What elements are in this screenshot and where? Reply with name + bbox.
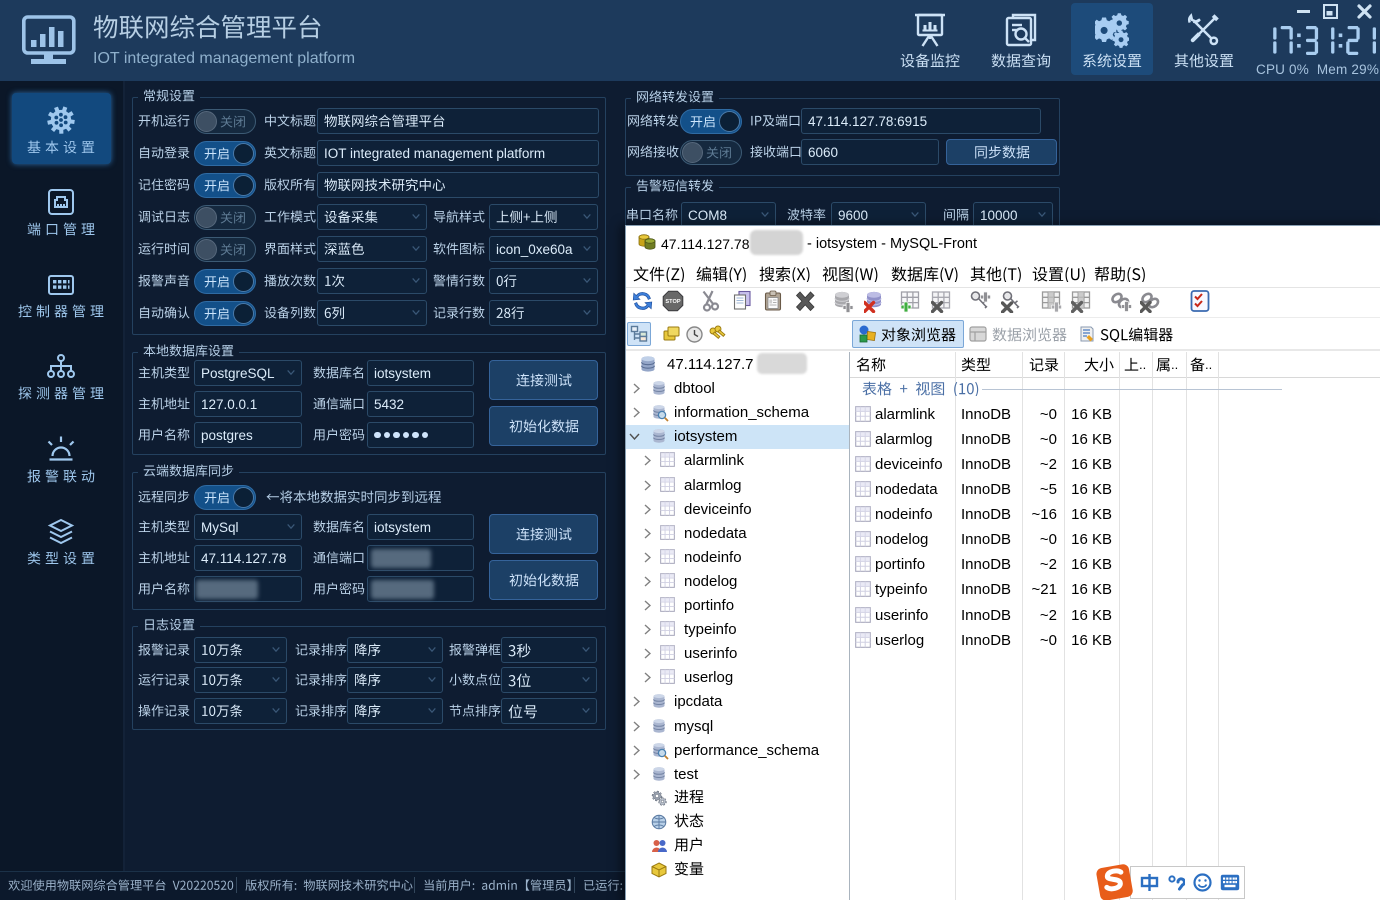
svg-text:STOP: STOP [665,299,680,305]
